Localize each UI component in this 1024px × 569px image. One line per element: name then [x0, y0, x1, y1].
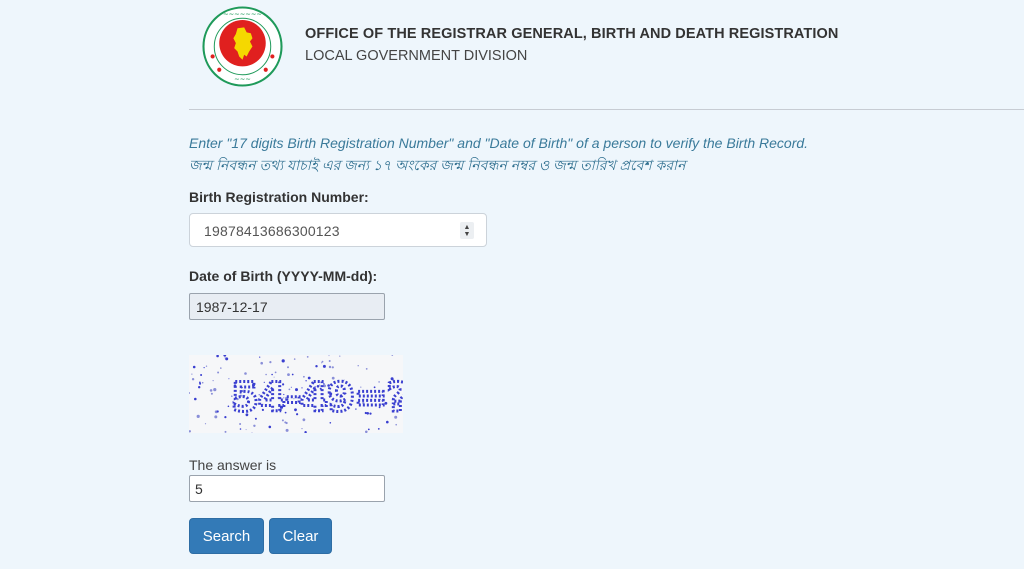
captcha-noise-dot: [391, 355, 394, 356]
captcha-noise-dot: [357, 365, 359, 367]
answer-label: The answer is: [189, 457, 277, 473]
captcha-noise-dot: [328, 360, 331, 362]
captcha-noise-dot: [322, 364, 326, 368]
captcha-text: 54-49=?: [231, 375, 403, 421]
government-seal-icon: ~~~~~~~ ~~~: [202, 6, 283, 87]
captcha-noise-dot: [395, 423, 397, 426]
captcha-noise-dot: [205, 365, 208, 367]
spinner-up-icon[interactable]: ▲: [464, 224, 471, 231]
captcha-noise-dot: [204, 423, 207, 425]
captcha-noise-dot: [315, 365, 318, 368]
birth-record-verification-page: ~~~~~~~ ~~~ OFFICE OF THE REGISTRAR GENE…: [0, 0, 1024, 569]
captcha-noise-dot: [304, 431, 307, 433]
captcha-noise-dot: [386, 420, 389, 424]
captcha-noise-dot: [284, 421, 287, 424]
captcha-noise-dot: [220, 367, 222, 369]
captcha-noise-dot: [331, 366, 334, 369]
captcha-noise-dot: [214, 415, 218, 419]
captcha-noise-dot: [196, 414, 200, 418]
captcha-noise-dot: [191, 373, 193, 375]
captcha-noise-dot: [192, 365, 196, 369]
captcha-noise-dot: [251, 432, 253, 433]
brn-input[interactable]: 19878413686300123 ▲ ▼: [189, 213, 487, 247]
captcha-noise-dot: [209, 389, 213, 392]
captcha-answer-input[interactable]: 5: [189, 475, 385, 502]
search-button[interactable]: Search: [189, 518, 264, 554]
captcha-noise-dot: [306, 356, 309, 358]
captcha-noise-dot: [259, 356, 261, 358]
captcha-noise-dot: [198, 386, 201, 389]
captcha-noise-dot: [216, 355, 219, 358]
captcha-noise-dot: [189, 430, 191, 433]
captcha-noise-dot: [339, 355, 341, 357]
captcha-noise-dot: [365, 430, 368, 433]
svg-text:~~~~~~~: ~~~~~~~: [223, 11, 262, 19]
svg-text:~~~: ~~~: [234, 75, 251, 83]
captcha-image: 54-49=?: [189, 355, 403, 433]
captcha-noise-dot: [293, 358, 296, 360]
captcha-noise-dot: [227, 405, 230, 408]
header-divider: [189, 109, 1024, 110]
captcha-noise-dot: [201, 381, 204, 384]
brn-label: Birth Registration Number:: [189, 189, 369, 205]
captcha-noise-dot: [194, 397, 197, 401]
captcha-noise-dot: [281, 359, 285, 363]
captcha-noise-dot: [328, 355, 330, 357]
captcha-noise-dot: [321, 362, 323, 364]
captcha-noise-dot: [216, 410, 219, 413]
clear-button[interactable]: Clear: [269, 518, 332, 554]
spinner-down-icon[interactable]: ▼: [464, 231, 471, 238]
division-subtitle: LOCAL GOVERNMENT DIVISION: [305, 48, 528, 64]
instruction-bengali: জন্ম নিবন্ধন তথ্য যাচাই এর জন্য ১৭ অংকের…: [189, 157, 686, 173]
dob-input[interactable]: 1987-12-17: [189, 293, 385, 320]
office-title: OFFICE OF THE REGISTRAR GENERAL, BIRTH A…: [305, 26, 839, 42]
captcha-noise-dot: [367, 428, 370, 431]
captcha-noise-dot: [224, 430, 227, 433]
captcha-noise-dot: [245, 429, 247, 431]
captcha-noise-dot: [224, 357, 226, 359]
brn-value: 19878413686300123: [204, 223, 340, 239]
dob-value: 1987-12-17: [196, 299, 268, 315]
captcha-noise-dot: [189, 392, 190, 394]
captcha-noise-dot: [285, 428, 289, 432]
captcha-noise-dot: [200, 374, 203, 376]
captcha-noise-dot: [329, 422, 332, 424]
instruction-english: Enter "17 digits Birth Registration Numb…: [189, 135, 809, 151]
captcha-noise-dot: [301, 428, 303, 430]
captcha-noise-dot: [223, 355, 227, 357]
captcha-noise-dot: [212, 380, 214, 382]
captcha-noise-dot: [203, 367, 205, 369]
number-spinner[interactable]: ▲ ▼: [460, 222, 474, 239]
captcha-noise-dot: [210, 392, 213, 395]
captcha-noise-dot: [260, 361, 263, 365]
captcha-noise-dot: [253, 424, 256, 427]
captcha-noise-dot: [274, 371, 277, 374]
answer-value: 5: [195, 481, 203, 497]
captcha-noise-dot: [287, 366, 289, 369]
captcha-noise-dot: [239, 423, 242, 425]
dob-label: Date of Birth (YYYY-MM-dd):: [189, 268, 378, 284]
captcha-noise-dot: [199, 381, 201, 384]
captcha-noise-dot: [269, 361, 272, 364]
captcha-noise-dot: [228, 378, 230, 380]
captcha-noise-dot: [365, 368, 368, 370]
captcha-noise-dot: [239, 428, 242, 430]
captcha-noise-dot: [217, 371, 220, 374]
captcha-noise-dot: [328, 365, 332, 369]
captcha-noise-dot: [213, 388, 217, 392]
captcha-noise-dot: [191, 378, 195, 381]
captcha-noise-dot: [268, 425, 272, 429]
captcha-noise-dot: [224, 416, 227, 419]
captcha-noise-dot: [377, 428, 380, 430]
